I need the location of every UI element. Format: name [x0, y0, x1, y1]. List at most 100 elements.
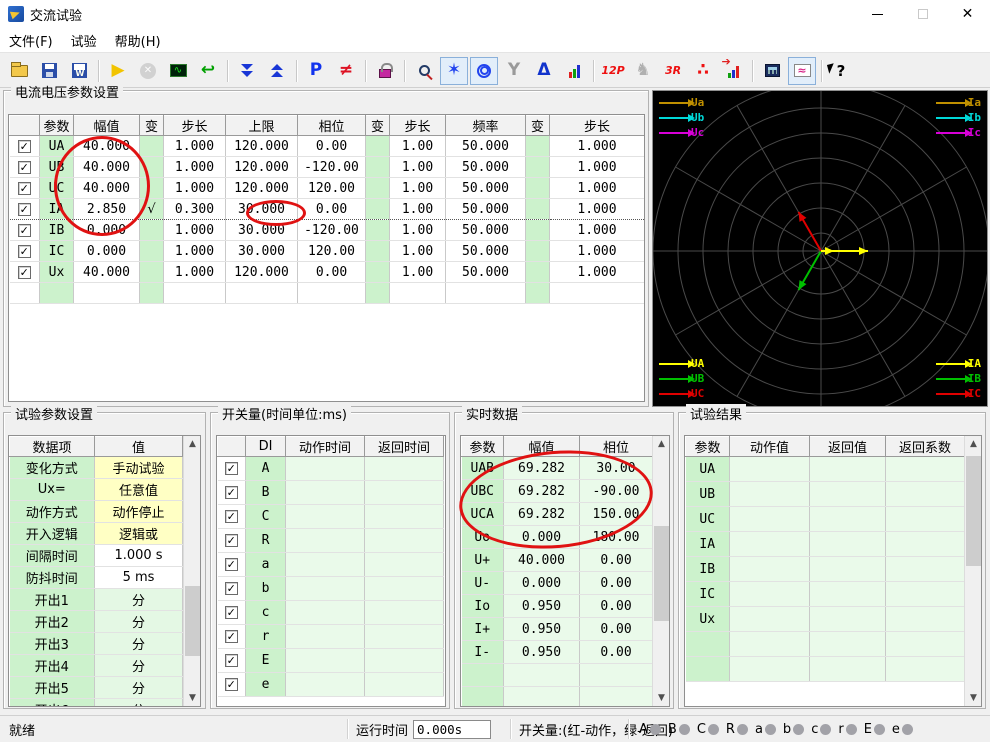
- scroll-up-icon[interactable]: ▲: [184, 436, 200, 452]
- cell-freq[interactable]: 50.000: [445, 240, 526, 262]
- cell-value[interactable]: 动作停止: [94, 500, 183, 523]
- cell-freq-var[interactable]: [525, 177, 550, 199]
- cell-freq-step[interactable]: 1.000: [549, 198, 644, 220]
- cell-check[interactable]: ✓: [217, 456, 246, 481]
- row-checkbox[interactable]: ✓: [224, 582, 238, 595]
- scroll-down-icon[interactable]: ▼: [653, 690, 669, 706]
- cell-limit[interactable]: 30.000: [225, 219, 298, 241]
- cell-phase-var[interactable]: [365, 282, 390, 304]
- cell-amplitude[interactable]: 0.000: [73, 240, 140, 262]
- row-checkbox[interactable]: ✓: [224, 486, 238, 499]
- zoom-icon[interactable]: [410, 57, 438, 85]
- cell-amp-step[interactable]: 1.000: [163, 156, 226, 178]
- phasor-dots-icon[interactable]: ∴: [689, 57, 717, 85]
- cell-phase[interactable]: 0.00: [297, 135, 366, 157]
- cell-check[interactable]: ✓: [217, 648, 246, 673]
- cell-check[interactable]: [9, 282, 40, 304]
- cell-freq[interactable]: 50.000: [445, 198, 526, 220]
- open-icon[interactable]: [5, 57, 33, 85]
- row-checkbox[interactable]: ✓: [17, 265, 31, 279]
- cell-limit[interactable]: 120.000: [225, 135, 298, 157]
- not-equal-icon[interactable]: ≠: [332, 57, 360, 85]
- cell-freq[interactable]: 50.000: [445, 177, 526, 199]
- row-checkbox[interactable]: ✓: [224, 462, 238, 475]
- cell-amplitude[interactable]: 40.000: [73, 261, 140, 283]
- flag-p-icon[interactable]: P: [302, 57, 330, 85]
- 3r-icon[interactable]: 3R: [659, 57, 687, 85]
- cell-value[interactable]: 逻辑或: [94, 522, 183, 545]
- row-checkbox[interactable]: ✓: [224, 678, 238, 691]
- cell-freq[interactable]: 50.000: [445, 219, 526, 241]
- cell-phase-var[interactable]: [365, 135, 390, 157]
- cell-value[interactable]: 分: [94, 588, 183, 611]
- row-checkbox[interactable]: ✓: [17, 139, 31, 153]
- cell-phase[interactable]: 0.00: [297, 198, 366, 220]
- scroll-thumb[interactable]: [185, 586, 200, 656]
- cell-amplitude[interactable]: 0.000: [73, 219, 140, 241]
- close-button[interactable]: ✕: [945, 0, 990, 28]
- 12p-icon[interactable]: 12P: [599, 57, 627, 85]
- cell-amp-var[interactable]: [139, 177, 164, 199]
- scroll-up-icon[interactable]: ▲: [965, 436, 981, 452]
- cell-phase-step[interactable]: 1.00: [389, 240, 446, 262]
- oscilloscope-icon[interactable]: ∿: [164, 57, 192, 85]
- cell-phase-step[interactable]: 1.00: [389, 156, 446, 178]
- cell-value[interactable]: 任意值: [94, 478, 183, 501]
- menu-file[interactable]: 文件(F): [0, 28, 62, 53]
- cell-amp-step[interactable]: 1.000: [163, 219, 226, 241]
- cell-check[interactable]: ✓: [217, 624, 246, 649]
- row-checkbox[interactable]: ✓: [224, 630, 238, 643]
- cell-check[interactable]: ✓: [9, 156, 40, 178]
- cell-amp-step[interactable]: 0.300: [163, 198, 226, 220]
- cell-amp-step[interactable]: 1.000: [163, 261, 226, 283]
- cell-check[interactable]: ✓: [9, 177, 40, 199]
- cell-phase-var[interactable]: [365, 156, 390, 178]
- cell-amp-var[interactable]: [139, 240, 164, 262]
- cell-freq[interactable]: 50.000: [445, 135, 526, 157]
- cell-amp-var[interactable]: [139, 261, 164, 283]
- waveform-icon[interactable]: ≈: [788, 56, 816, 85]
- cell-phase-step[interactable]: 1.00: [389, 135, 446, 157]
- scroll-thumb[interactable]: [966, 456, 981, 566]
- harmonic-bars-icon[interactable]: [560, 57, 588, 85]
- cell-phase-step[interactable]: 1.00: [389, 219, 446, 241]
- scroll-up-icon[interactable]: ▲: [653, 436, 669, 452]
- cell-check[interactable]: ✓: [217, 552, 246, 577]
- help-icon[interactable]: ?: [827, 57, 855, 85]
- cell-phase[interactable]: 120.00: [297, 240, 366, 262]
- cell-freq-var[interactable]: [525, 219, 550, 241]
- export-chart-icon[interactable]: [719, 55, 747, 85]
- cell-value[interactable]: 手动试验: [94, 456, 183, 479]
- scroll-thumb[interactable]: [654, 526, 669, 621]
- cell-check[interactable]: ✓: [217, 480, 246, 505]
- cell-freq-var[interactable]: [525, 135, 550, 157]
- cell-freq-var[interactable]: [525, 198, 550, 220]
- cell-amp-step[interactable]: 1.000: [163, 135, 226, 157]
- cell-check[interactable]: ✓: [217, 600, 246, 625]
- cell-amp-var[interactable]: [139, 282, 164, 304]
- cell-freq-step[interactable]: 1.000: [549, 177, 644, 199]
- disabled-tool-icon[interactable]: ♞: [629, 57, 657, 85]
- scroll-down-icon[interactable]: ▼: [184, 690, 200, 706]
- cell-check[interactable]: ✓: [217, 576, 246, 601]
- row-checkbox[interactable]: ✓: [224, 606, 238, 619]
- cell-phase-step[interactable]: [389, 282, 446, 304]
- cell-check[interactable]: ✓: [217, 672, 246, 697]
- cell-value[interactable]: 5 ms: [94, 566, 183, 589]
- cell-amp-var[interactable]: [139, 135, 164, 157]
- row-checkbox[interactable]: ✓: [224, 558, 238, 571]
- cell-limit[interactable]: 30.000: [225, 240, 298, 262]
- cell-freq[interactable]: 50.000: [445, 156, 526, 178]
- cell-amplitude[interactable]: 40.000: [73, 177, 140, 199]
- row-checkbox[interactable]: ✓: [17, 244, 31, 258]
- cell-value[interactable]: 分: [94, 676, 183, 699]
- cell-amp-step[interactable]: 1.000: [163, 240, 226, 262]
- cell-limit[interactable]: 30.000: [225, 198, 298, 220]
- calculator-icon[interactable]: [758, 57, 786, 85]
- menu-test[interactable]: 试验: [62, 28, 106, 53]
- cell-phase[interactable]: -120.00: [297, 219, 366, 241]
- cell-phase-step[interactable]: 1.00: [389, 177, 446, 199]
- undo-icon[interactable]: ↩: [194, 57, 222, 85]
- cell-value[interactable]: 分: [94, 698, 183, 706]
- test-params-scrollbar[interactable]: ▲ ▼: [183, 436, 200, 706]
